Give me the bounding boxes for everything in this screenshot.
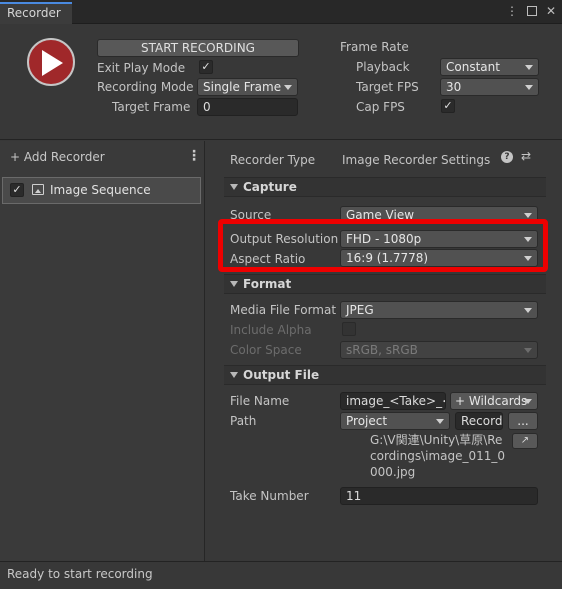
path-root-value: Project [346, 414, 388, 428]
exit-play-mode-checkbox[interactable]: ✓ [199, 60, 213, 74]
window-controls: ⋮ ✕ [506, 4, 556, 18]
start-recording-button[interactable]: START RECORDING [97, 39, 299, 57]
target-fps-label: Target FPS [356, 80, 419, 94]
foldout-arrow-icon [230, 281, 238, 287]
chevron-down-icon [525, 85, 533, 90]
menu-icon[interactable]: ⋮ [506, 4, 518, 18]
recorder-list-panel [0, 141, 205, 561]
path-label: Path [230, 414, 257, 428]
recording-mode-label: Recording Mode [97, 80, 194, 94]
chevron-down-icon [436, 419, 444, 424]
preset-icon[interactable]: ⇄ [521, 149, 531, 163]
window-tab-bar [0, 0, 562, 24]
target-fps-dropdown[interactable]: 30 [440, 78, 539, 96]
resolved-output-path: G:\V関連\Unity\草原\Recordings\image_011_000… [370, 433, 506, 479]
target-fps-value: 30 [446, 80, 462, 94]
cap-fps-label: Cap FPS [356, 100, 405, 114]
image-icon [32, 184, 44, 195]
media-file-format-label: Media File Format [230, 303, 337, 317]
recorder-type-value: Image Recorder Settings [342, 153, 491, 167]
chevron-down-icon [524, 308, 532, 313]
recorder-name: Image Sequence [50, 183, 151, 197]
output-file-section-header[interactable]: Output File [224, 365, 546, 385]
tab-recorder[interactable]: Recorder [0, 2, 72, 24]
open-folder-icon[interactable]: ↗ [512, 433, 538, 449]
output-file-section-title: Output File [243, 368, 320, 382]
recorder-enabled-checkbox[interactable]: ✓ [10, 183, 24, 197]
help-icon[interactable]: ? [501, 151, 513, 163]
include-alpha-checkbox [342, 322, 356, 336]
wildcards-dropdown[interactable]: + Wildcards [450, 392, 538, 410]
path-leaf-field[interactable]: Record [455, 412, 503, 430]
file-name-field[interactable]: image_<Take>_< [340, 392, 446, 410]
color-space-value: sRGB, sRGB [346, 343, 418, 357]
status-text: Ready to start recording [7, 567, 153, 581]
close-icon[interactable]: ✕ [546, 4, 556, 18]
foldout-arrow-icon [230, 184, 238, 190]
chevron-down-icon [524, 399, 532, 404]
color-space-label: Color Space [230, 343, 302, 357]
take-number-label: Take Number [230, 489, 309, 503]
recording-mode-dropdown[interactable]: Single Frame [197, 78, 298, 96]
browse-button[interactable]: ... [508, 412, 538, 430]
recorder-list-menu-icon[interactable]: ⋮ [187, 148, 201, 164]
exit-play-mode-label: Exit Play Mode [97, 61, 186, 75]
foldout-arrow-icon [230, 372, 238, 378]
playback-dropdown[interactable]: Constant [440, 58, 539, 76]
media-file-format-dropdown[interactable]: JPEG [340, 301, 538, 319]
recording-mode-value: Single Frame [203, 80, 282, 94]
take-number-field[interactable]: 11 [340, 487, 538, 505]
path-root-dropdown[interactable]: Project [340, 412, 450, 430]
target-frame-label: Target Frame [112, 100, 191, 114]
add-recorder-button[interactable]: + Add Recorder [10, 150, 105, 164]
color-space-dropdown: sRGB, sRGB [340, 341, 538, 359]
highlight-annotation-box [218, 219, 548, 272]
format-section-header[interactable]: Format [224, 274, 546, 294]
capture-section-title: Capture [243, 180, 297, 194]
cap-fps-checkbox[interactable]: ✓ [441, 99, 455, 113]
file-name-label: File Name [230, 394, 290, 408]
play-icon [42, 50, 63, 76]
include-alpha-label: Include Alpha [230, 323, 312, 337]
chevron-down-icon [525, 65, 533, 70]
frame-rate-heading: Frame Rate [340, 40, 409, 54]
target-frame-field[interactable]: 0 [197, 98, 298, 116]
playback-value: Constant [446, 60, 500, 74]
recorder-type-label: Recorder Type [230, 153, 316, 167]
format-section-title: Format [243, 277, 292, 291]
media-file-format-value: JPEG [346, 303, 374, 317]
chevron-down-icon [524, 213, 532, 218]
chevron-down-icon [284, 85, 292, 90]
playback-label: Playback [356, 60, 410, 74]
maximize-icon[interactable] [526, 6, 537, 16]
wildcards-label: + Wildcards [455, 394, 528, 408]
capture-section-header[interactable]: Capture [224, 177, 546, 197]
chevron-down-icon [524, 348, 532, 353]
